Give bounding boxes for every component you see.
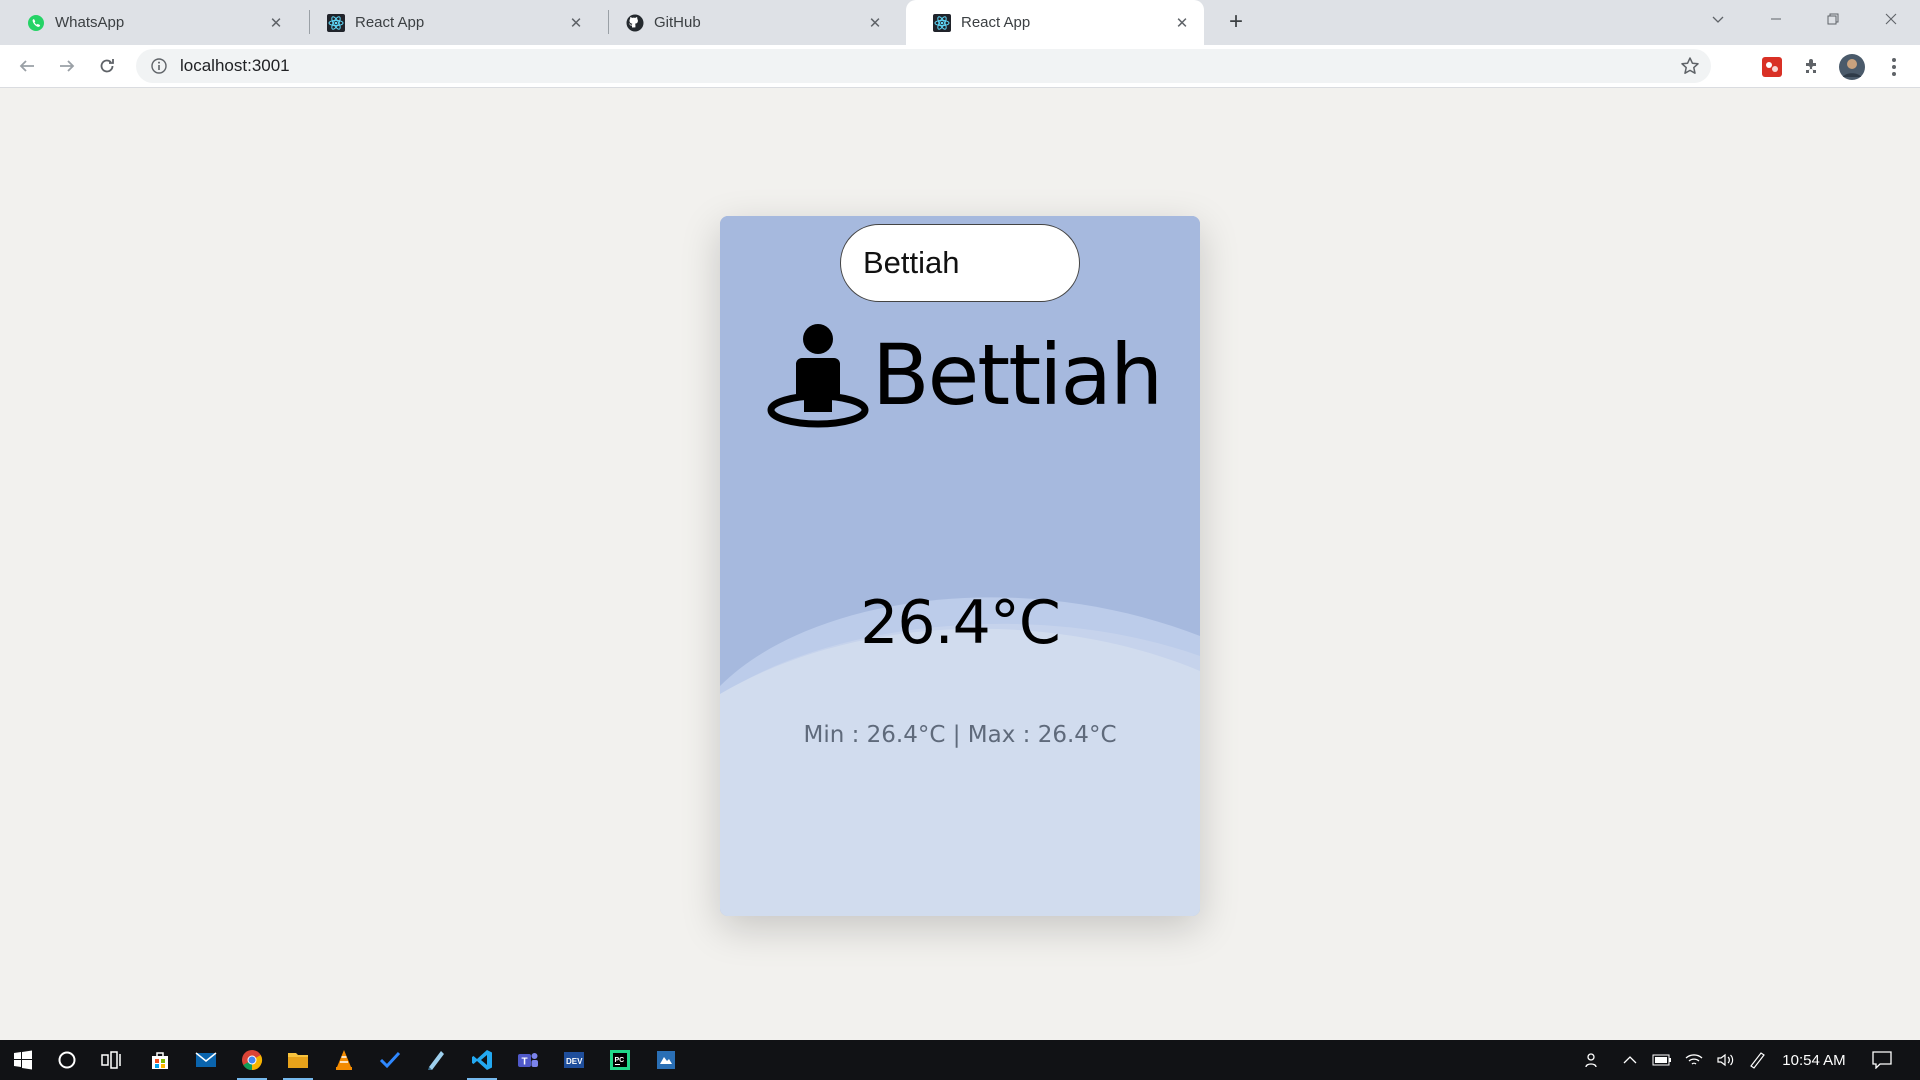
store-icon[interactable] — [137, 1040, 183, 1080]
tab-search-button[interactable] — [1690, 0, 1746, 38]
task-view-icon[interactable] — [89, 1040, 135, 1080]
pen-icon[interactable] — [1742, 1040, 1772, 1080]
notification-icon[interactable] — [1864, 1040, 1900, 1080]
min-max-temperature: Min : 26.4°C | Max : 26.4°C — [803, 722, 1117, 748]
notepad-icon[interactable] — [413, 1040, 459, 1080]
svg-text:PC: PC — [615, 1057, 625, 1064]
tab-title: GitHub — [654, 14, 701, 31]
temperature: 26.4°C — [860, 588, 1061, 658]
start-icon[interactable] — [0, 1040, 46, 1080]
restore-icon — [1827, 13, 1839, 25]
profile-avatar[interactable] — [1838, 53, 1866, 81]
chevron-up-icon[interactable] — [1616, 1040, 1644, 1080]
react-icon — [327, 13, 345, 32]
people-icon[interactable] — [1578, 1040, 1608, 1080]
info-icon[interactable] — [150, 57, 168, 75]
react-icon — [933, 13, 951, 32]
street-view-icon — [767, 324, 869, 428]
tab-react-app-1[interactable]: React App ✕ — [300, 0, 598, 45]
weather-card: Bettiah 26.4°C Min : 26.4°C | Max : 26.4… — [720, 216, 1200, 916]
vscode-icon[interactable] — [459, 1040, 505, 1080]
new-tab-button[interactable]: + — [1222, 8, 1250, 36]
search-icon[interactable] — [44, 1040, 90, 1080]
tab-title: React App — [355, 14, 425, 31]
extension-icon[interactable] — [1758, 53, 1786, 81]
city-search-input[interactable] — [840, 224, 1080, 302]
minimize-button[interactable] — [1748, 0, 1804, 38]
svg-text:T: T — [522, 1057, 528, 1068]
star-icon[interactable] — [1679, 55, 1701, 77]
reload-button[interactable] — [92, 51, 122, 81]
tab-github[interactable]: GitHub ✕ — [599, 0, 897, 45]
taskbar-clock[interactable]: 10:54 AM — [1778, 1040, 1850, 1080]
tab-title: React App — [961, 14, 1031, 31]
svg-text:DEV: DEV — [566, 1057, 583, 1066]
wifi-icon[interactable] — [1680, 1040, 1708, 1080]
close-window-button[interactable] — [1863, 0, 1919, 38]
browser-tab-strip: WhatsApp ✕ React App ✕ GitHub ✕ React Ap… — [0, 0, 1920, 45]
todo-icon[interactable] — [367, 1040, 413, 1080]
tab-react-app-active[interactable]: React App ✕ — [906, 0, 1204, 45]
close-icon — [1885, 13, 1897, 25]
file-explorer-icon[interactable] — [275, 1040, 321, 1080]
reload-icon — [100, 59, 114, 73]
city-name: Bettiah — [872, 326, 1163, 424]
close-icon[interactable]: ✕ — [566, 13, 586, 33]
windows-taskbar: T DEV PC 10:54 AM — [0, 1040, 1920, 1080]
arrow-left-icon — [19, 60, 34, 72]
restore-button[interactable] — [1805, 0, 1861, 38]
tab-whatsapp[interactable]: WhatsApp ✕ — [0, 0, 298, 45]
chrome-icon[interactable] — [229, 1040, 275, 1080]
battery-icon[interactable] — [1648, 1040, 1676, 1080]
app-icon[interactable] — [643, 1040, 689, 1080]
close-icon[interactable]: ✕ — [865, 13, 885, 33]
puzzle-icon[interactable] — [1798, 53, 1826, 81]
whatsapp-icon — [27, 14, 45, 32]
mail-icon[interactable] — [183, 1040, 229, 1080]
pycharm-icon[interactable]: PC — [597, 1040, 643, 1080]
close-icon[interactable]: ✕ — [1172, 13, 1192, 33]
location-heading: Bettiah — [766, 320, 1166, 430]
tab-title: WhatsApp — [55, 14, 125, 31]
browser-toolbar: localhost:3001 — [0, 45, 1920, 88]
address-bar[interactable]: localhost:3001 — [136, 49, 1711, 83]
vlc-icon[interactable] — [321, 1040, 367, 1080]
minimize-icon — [1771, 18, 1781, 20]
volume-icon[interactable] — [1712, 1040, 1740, 1080]
kebab-menu-icon[interactable] — [1880, 53, 1908, 81]
chevron-down-icon — [1712, 16, 1724, 23]
forward-button[interactable] — [52, 51, 82, 81]
arrow-right-icon — [60, 60, 75, 72]
github-icon — [626, 14, 644, 32]
teams-icon[interactable]: T — [505, 1040, 551, 1080]
back-button[interactable] — [12, 51, 42, 81]
close-icon[interactable]: ✕ — [266, 13, 286, 33]
devcpp-icon[interactable]: DEV — [551, 1040, 597, 1080]
url-text: localhost:3001 — [180, 56, 290, 75]
